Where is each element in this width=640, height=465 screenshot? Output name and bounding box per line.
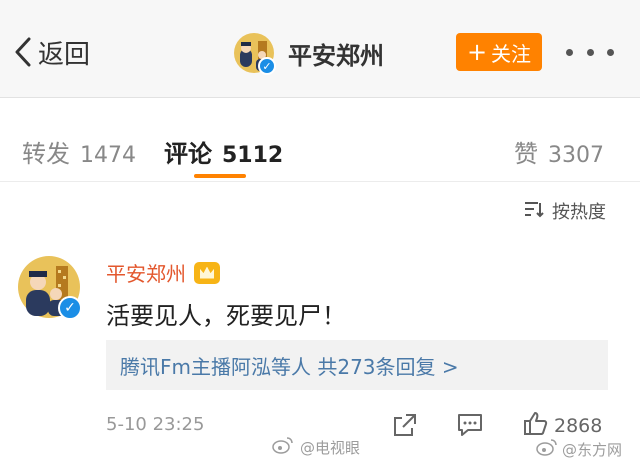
crown-icon (194, 261, 220, 284)
sort-button[interactable]: 按热度 (524, 196, 606, 226)
more-dots-icon[interactable] (566, 40, 614, 64)
plus-icon: + (466, 38, 488, 66)
follow-button[interactable]: + 关注 (456, 33, 542, 71)
top-bar: 返回 ✓ 平安郑州 + 关注 (0, 0, 640, 98)
tab-likes-count: 3307 (548, 143, 604, 168)
avatar[interactable]: ✓ (234, 33, 276, 75)
like-count: 2868 (554, 414, 603, 437)
back-button[interactable]: 返回 (14, 30, 90, 74)
tab-reposts-label: 转发 (22, 140, 70, 168)
like-button[interactable]: 2868 (522, 410, 602, 441)
tab-comments[interactable]: 评论 5112 (164, 134, 283, 169)
tab-reposts-count: 1474 (80, 143, 136, 168)
tab-bar: 转发 1474 评论 5112 赞 3307 (0, 110, 640, 182)
comment-icon[interactable] (456, 412, 484, 442)
weibo-icon (536, 438, 558, 460)
tab-comments-count: 5112 (222, 143, 284, 168)
chevron-left-icon (14, 37, 32, 67)
verified-icon: ✓ (58, 296, 82, 320)
comment-author-name: 平安郑州 (106, 262, 186, 286)
tab-comments-label: 评论 (164, 140, 212, 168)
account-header[interactable]: ✓ 平安郑州 (234, 30, 384, 76)
account-name: 平安郑州 (288, 41, 384, 70)
watermark-right-text: @东方网 (562, 440, 623, 459)
sort-label: 按热度 (552, 202, 606, 223)
sort-icon (524, 200, 544, 223)
watermark-left: @电视眼 (272, 436, 360, 458)
replies-preview[interactable]: 腾讯Fm主播阿泓等人 共273条回复 > (106, 340, 608, 390)
replies-text: 腾讯Fm主播阿泓等人 共273条回复 > (120, 354, 459, 379)
comment-text: 活要见人，死要见尸！ (106, 302, 346, 330)
share-icon[interactable] (392, 412, 418, 442)
comment-author[interactable]: 平安郑州 (106, 258, 220, 287)
tab-likes[interactable]: 赞 3307 (514, 134, 604, 169)
tab-reposts[interactable]: 转发 1474 (22, 134, 136, 169)
watermark-left-text: @电视眼 (300, 438, 361, 457)
comment-avatar[interactable]: ✓ (18, 256, 82, 320)
comment-time: 5-10 23:25 (106, 414, 205, 435)
verified-icon: ✓ (258, 57, 276, 75)
tab-likes-label: 赞 (514, 140, 538, 168)
back-label: 返回 (38, 39, 91, 70)
thumbs-up-icon (522, 410, 548, 441)
follow-label: 关注 (491, 41, 532, 66)
weibo-icon (272, 436, 294, 458)
active-tab-indicator (194, 174, 246, 178)
watermark-right: @东方网 (536, 438, 622, 460)
